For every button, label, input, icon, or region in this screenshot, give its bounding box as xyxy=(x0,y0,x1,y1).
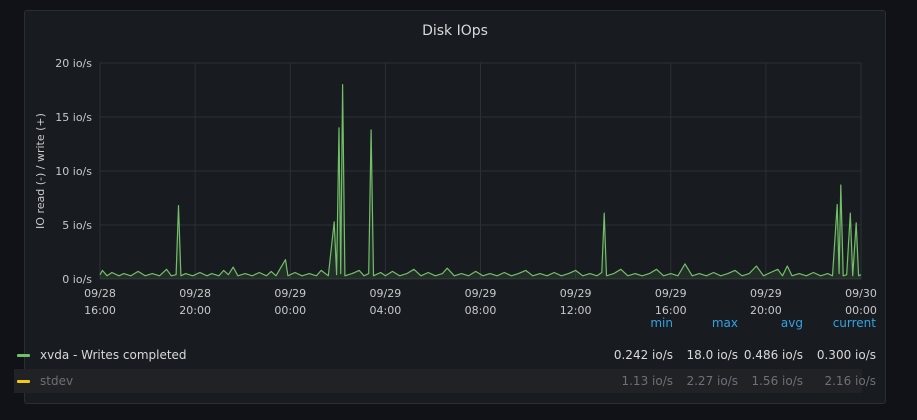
legend-swatch[interactable] xyxy=(17,354,30,357)
x-tick-date: 09/30 xyxy=(845,287,877,300)
x-tick-date: 09/29 xyxy=(560,287,592,300)
x-tick-time: 04:00 xyxy=(370,304,402,317)
x-tick-time: 08:00 xyxy=(465,304,497,317)
legend-row[interactable]: xvda - Writes completed 0.242 io/s 18.0 io… xyxy=(14,343,876,367)
x-tick-time: 00:00 xyxy=(274,304,306,317)
legend-swatch[interactable] xyxy=(17,380,30,383)
x-tick-time: 16:00 xyxy=(84,304,116,317)
x-tick-date: 09/29 xyxy=(370,287,402,300)
y-tick-label: 15 io/s xyxy=(55,111,92,124)
y-tick-label: 20 io/s xyxy=(55,57,92,70)
x-tick-date: 09/29 xyxy=(274,287,306,300)
y-tick-label: 10 io/s xyxy=(55,165,92,178)
y-axis-label: IO read (-) / write (+) xyxy=(34,113,47,229)
y-tick-label: 5 io/s xyxy=(62,219,92,232)
legend-value-current: 2.16 io/s xyxy=(824,374,876,388)
legend-value-current: 0.300 io/s xyxy=(816,348,876,362)
legend-header-current[interactable]: current xyxy=(786,316,876,330)
legend-series-name[interactable]: stdev xyxy=(40,374,73,388)
x-tick-date: 09/29 xyxy=(655,287,687,300)
legend-series-name[interactable]: xvda - Writes completed xyxy=(40,348,187,362)
x-tick-date: 09/29 xyxy=(465,287,497,300)
x-tick-date: 09/28 xyxy=(179,287,211,300)
y-tick-label: 0 io/s xyxy=(62,273,92,286)
x-tick-time: 20:00 xyxy=(179,304,211,317)
x-tick-date: 09/28 xyxy=(84,287,116,300)
legend-row[interactable]: stdev 1.13 io/s 2.27 io/s 1.56 io/s 2.16 io/… xyxy=(14,369,876,393)
x-tick-date: 09/29 xyxy=(750,287,782,300)
